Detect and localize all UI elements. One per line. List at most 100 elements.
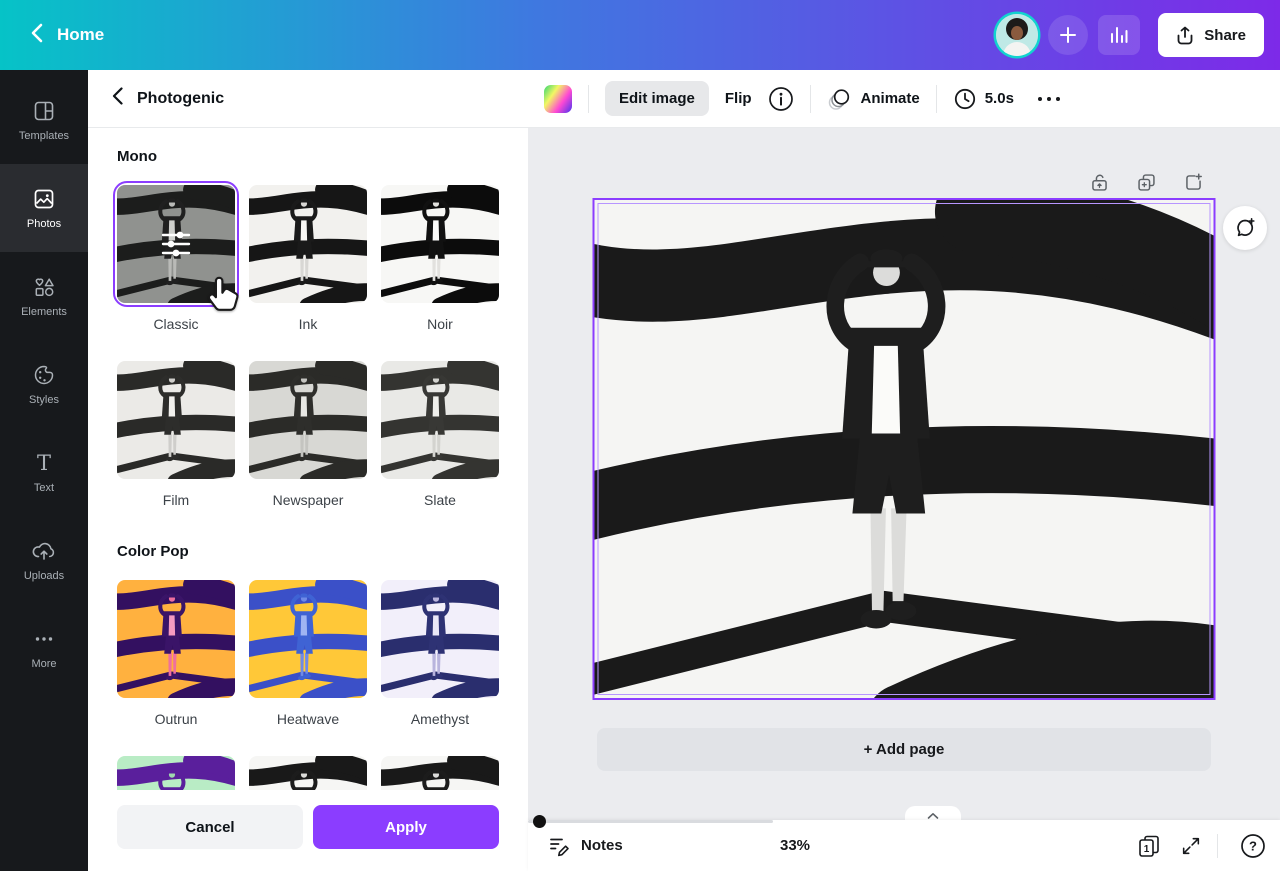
statusbar: Notes 33% 1 (528, 820, 1280, 871)
svg-text:?: ? (1249, 838, 1257, 853)
page-indicator-button[interactable]: 1 (1136, 820, 1162, 871)
comment-button[interactable] (1223, 206, 1267, 250)
sidebar-item-elements[interactable]: Elements (0, 252, 88, 340)
duplicate-icon (1136, 172, 1157, 193)
sidebar-item-styles[interactable]: Styles (0, 340, 88, 428)
filter-option-amethyst[interactable]: Amethyst (381, 580, 499, 728)
filter-preview (117, 580, 235, 698)
filter-preview (249, 756, 367, 790)
zoom-level: 33% (780, 820, 810, 871)
filter-option-outrun[interactable]: Outrun (117, 580, 235, 728)
filter-preview (117, 361, 235, 479)
filter-option-film[interactable]: Film (117, 361, 235, 509)
styles-icon (32, 363, 56, 387)
filter-option-partial-2[interactable] (249, 756, 367, 790)
filter-label: Slate (381, 491, 499, 509)
info-button[interactable] (768, 86, 794, 112)
sidebar: Templates Photos Elements (0, 70, 88, 871)
help-button[interactable]: ? (1240, 820, 1266, 871)
share-upload-icon (1176, 26, 1194, 45)
filter-label: Classic (117, 315, 235, 333)
sidebar-item-photos[interactable]: Photos (0, 164, 88, 252)
filter-label: Film (117, 491, 235, 509)
zoom-slider-thumb[interactable] (533, 815, 546, 828)
lock-button[interactable] (1089, 172, 1110, 193)
avatar[interactable] (996, 14, 1038, 56)
filter-preview (117, 756, 235, 790)
clock-icon (953, 87, 977, 111)
section-title-color-pop: Color Pop (117, 543, 499, 560)
duplicate-page-button[interactable] (1136, 172, 1157, 193)
add-page-button[interactable]: + Add page (597, 728, 1211, 771)
sidebar-label: Photos (27, 218, 61, 230)
toolbar-divider (810, 85, 811, 113)
notes-icon (548, 835, 572, 857)
apply-button[interactable]: Apply (313, 805, 499, 849)
text-icon: T (32, 451, 56, 475)
flip-button[interactable]: Flip (725, 90, 752, 107)
sidebar-item-text[interactable]: T Text (0, 428, 88, 516)
add-page-icon-button[interactable] (1183, 172, 1204, 193)
elements-icon (32, 275, 56, 299)
filter-label: Heatwave (249, 710, 367, 728)
sidebar-item-templates[interactable]: Templates (0, 76, 88, 164)
filter-label: Noir (381, 315, 499, 333)
panel-body: Mono (88, 128, 528, 790)
filter-grid-color-pop: Outrun Heatwave (117, 580, 499, 756)
topbar: Home (0, 0, 1280, 70)
animate-icon (827, 87, 853, 111)
filter-option-slate[interactable]: Slate (381, 361, 499, 509)
sidebar-item-uploads[interactable]: Uploads (0, 516, 88, 604)
filter-option-newspaper[interactable]: Newspaper (249, 361, 367, 509)
filter-preview (249, 580, 367, 698)
share-button[interactable]: Share (1158, 13, 1264, 57)
filter-preview (249, 361, 367, 479)
filter-option-ink[interactable]: Ink (249, 185, 367, 333)
canvas-area: Edit image Flip Animate (528, 70, 1280, 871)
filter-preview (249, 185, 367, 303)
more-dots-icon (32, 627, 56, 651)
templates-icon (32, 99, 56, 123)
filter-preview (381, 361, 499, 479)
canvas-page-image[interactable] (593, 198, 1216, 700)
filter-option-classic[interactable]: Classic (117, 185, 235, 333)
svg-text:T: T (37, 451, 51, 475)
sidebar-label: Elements (21, 306, 67, 318)
filter-option-noir[interactable]: Noir (381, 185, 499, 333)
filter-label: Outrun (117, 710, 235, 728)
edit-image-button[interactable]: Edit image (605, 81, 709, 116)
bar-chart-icon (1109, 25, 1129, 45)
sidebar-label: More (31, 658, 56, 670)
home-button[interactable]: Home (20, 15, 114, 56)
fullscreen-button[interactable] (1180, 820, 1202, 871)
filter-option-heatwave[interactable]: Heatwave (249, 580, 367, 728)
add-member-button[interactable] (1048, 15, 1088, 55)
uploads-icon (31, 539, 57, 563)
more-options-button[interactable] (1036, 95, 1062, 103)
panel-header: Photogenic (88, 70, 528, 128)
notes-button[interactable]: Notes (548, 820, 623, 871)
duration-button[interactable]: 5.0s (953, 87, 1014, 111)
sidebar-item-more[interactable]: More (0, 604, 88, 692)
sidebar-label: Text (34, 482, 54, 494)
filters-panel: Photogenic Mono (88, 70, 528, 871)
sidebar-label: Templates (19, 130, 69, 142)
filter-option-partial-3[interactable] (381, 756, 499, 790)
panel-back-button[interactable] (112, 87, 123, 110)
chevron-up-icon (927, 812, 939, 820)
color-picker-swatch[interactable] (544, 85, 572, 113)
add-comment-icon (1233, 216, 1257, 240)
plus-icon (1059, 26, 1077, 44)
filter-thumb-frame (117, 185, 235, 303)
cancel-button[interactable]: Cancel (117, 805, 303, 849)
filter-option-partial-1[interactable] (117, 756, 235, 790)
section-title-mono: Mono (117, 148, 499, 165)
animate-button[interactable]: Animate (827, 87, 920, 111)
collapse-statusbar-tab[interactable] (905, 806, 961, 820)
insights-button[interactable] (1098, 15, 1140, 55)
chevron-left-icon (30, 23, 43, 48)
unlock-icon (1089, 172, 1110, 193)
image-toolbar: Edit image Flip Animate (528, 70, 1280, 128)
adjust-sliders-icon (117, 185, 235, 303)
filter-grid-partial (117, 756, 499, 790)
